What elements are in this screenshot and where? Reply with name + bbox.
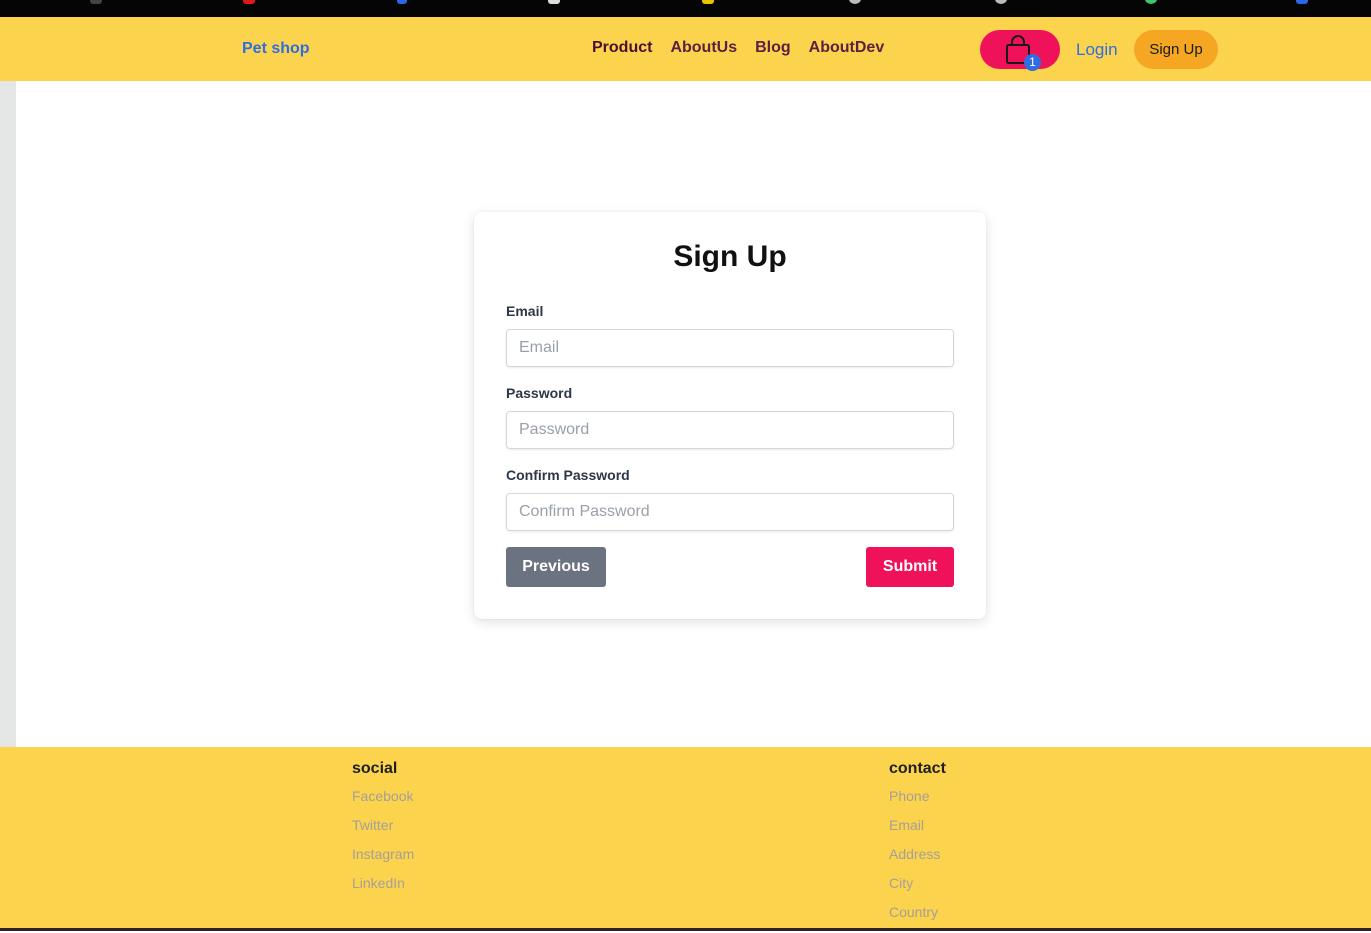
bookmark-icon[interactable] <box>1296 0 1308 4</box>
browser-bookmarks-bar <box>0 0 1371 17</box>
bookmark-icon[interactable] <box>243 0 255 4</box>
previous-button[interactable]: Previous <box>506 547 606 587</box>
bookmark-icon[interactable] <box>90 0 102 4</box>
bookmark-icon[interactable] <box>995 0 1007 4</box>
email-field[interactable] <box>506 329 954 367</box>
page-footer: social Facebook Twitter Instagram Linked… <box>0 747 1371 928</box>
confirm-password-label: Confirm Password <box>506 467 630 483</box>
bookmark-icon[interactable] <box>397 0 407 4</box>
footer-link-facebook[interactable]: Facebook <box>352 788 414 804</box>
password-label: Password <box>506 385 573 401</box>
brand-logo-link[interactable]: Pet shop <box>242 40 310 58</box>
password-field[interactable] <box>506 411 954 449</box>
page-title: Sign Up <box>673 240 787 273</box>
nav-link-product[interactable]: Product <box>592 39 652 57</box>
signup-card: Sign Up Email Password Confirm Password … <box>474 212 986 619</box>
nav-links: Product AboutUs Blog AboutDev <box>592 39 884 57</box>
bookmark-icon[interactable] <box>702 0 714 4</box>
footer-link-city[interactable]: City <box>889 875 946 891</box>
submit-button[interactable]: Submit <box>866 547 954 587</box>
bookmark-icon[interactable] <box>849 0 861 4</box>
confirm-password-field[interactable] <box>506 493 954 531</box>
signup-nav-button[interactable]: Sign Up <box>1134 30 1218 69</box>
top-navbar: Pet shop Product AboutUs Blog AboutDev 1… <box>0 17 1371 81</box>
nav-link-aboutus[interactable]: AboutUs <box>670 39 737 57</box>
cart-button[interactable]: 1 <box>980 30 1060 71</box>
footer-social-column: social Facebook Twitter Instagram Linked… <box>352 760 414 904</box>
nav-link-aboutdev[interactable]: AboutDev <box>809 39 885 57</box>
footer-link-country[interactable]: Country <box>889 904 946 920</box>
nav-link-blog[interactable]: Blog <box>755 39 791 57</box>
bookmark-icon[interactable] <box>1145 0 1157 4</box>
footer-link-twitter[interactable]: Twitter <box>352 817 414 833</box>
footer-social-heading: social <box>352 760 398 777</box>
footer-link-linkedin[interactable]: LinkedIn <box>352 875 414 891</box>
cart-count-badge: 1 <box>1024 54 1041 71</box>
bookmark-icon[interactable] <box>548 0 560 4</box>
footer-link-address[interactable]: Address <box>889 846 946 862</box>
footer-contact-column: contact Phone Email Address City Country <box>889 760 946 933</box>
left-scroll-gutter <box>0 81 16 747</box>
login-link[interactable]: Login <box>1076 40 1118 60</box>
footer-link-phone[interactable]: Phone <box>889 788 946 804</box>
email-label: Email <box>506 303 544 319</box>
footer-link-instagram[interactable]: Instagram <box>352 846 414 862</box>
footer-contact-heading: contact <box>889 760 946 777</box>
footer-link-email[interactable]: Email <box>889 817 946 833</box>
